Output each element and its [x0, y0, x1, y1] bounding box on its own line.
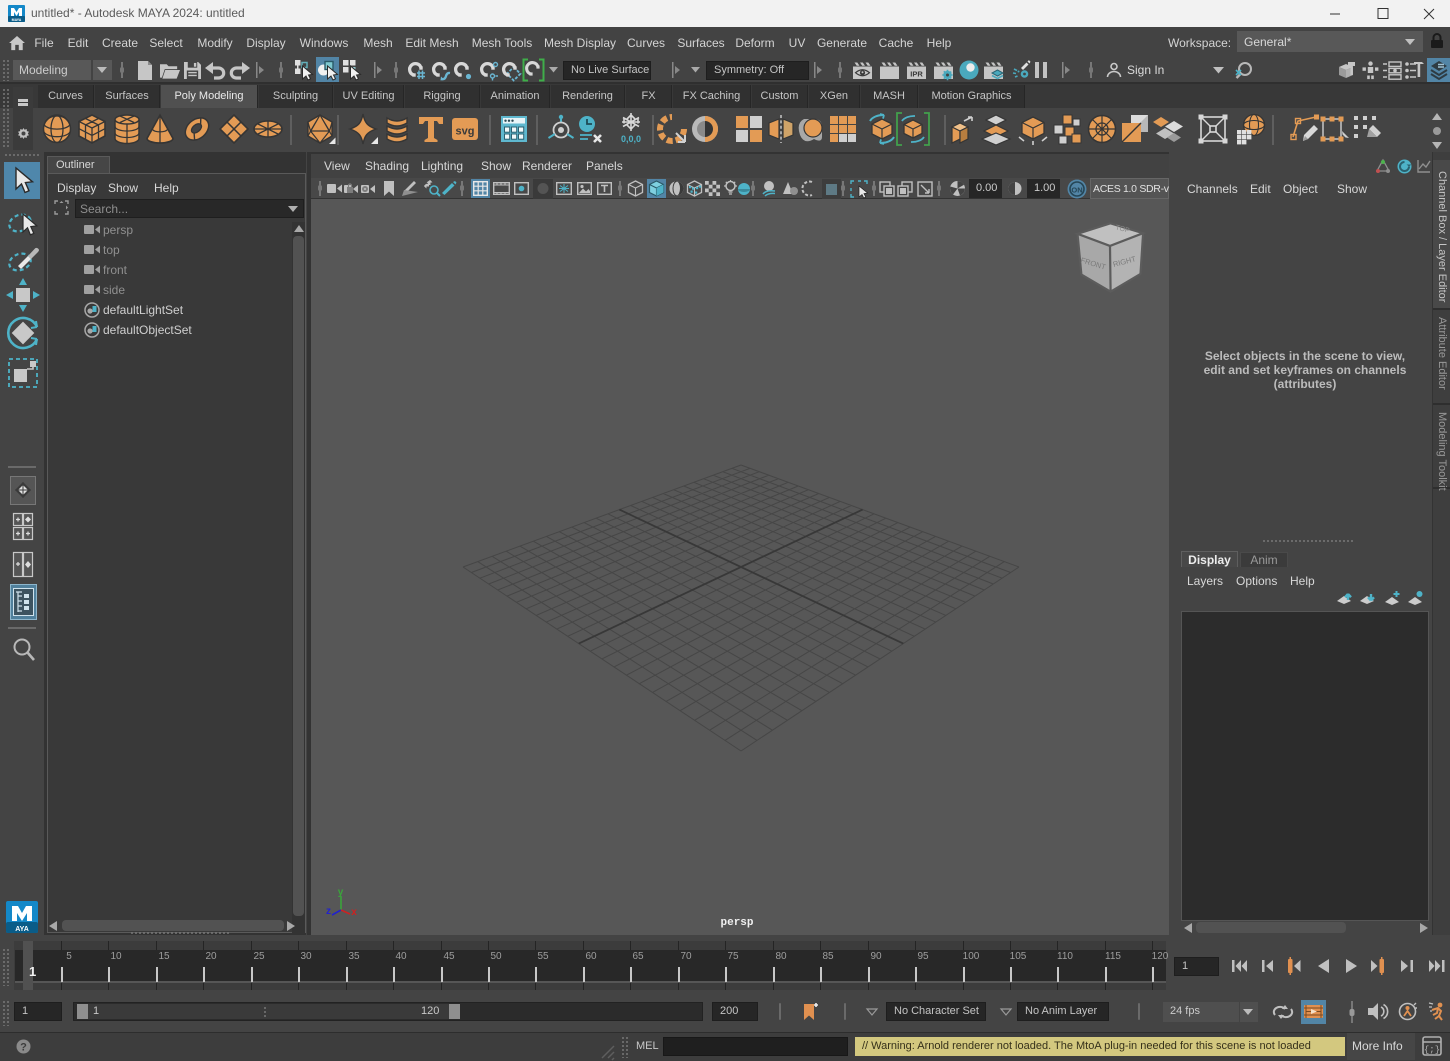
svg-text:z: z: [326, 906, 331, 917]
svg-text:?: ?: [20, 1042, 27, 1054]
svg-text:y: y: [338, 887, 344, 898]
svg-text:{;}: {;}: [1424, 1045, 1440, 1055]
svg-text:x: x: [351, 907, 357, 918]
